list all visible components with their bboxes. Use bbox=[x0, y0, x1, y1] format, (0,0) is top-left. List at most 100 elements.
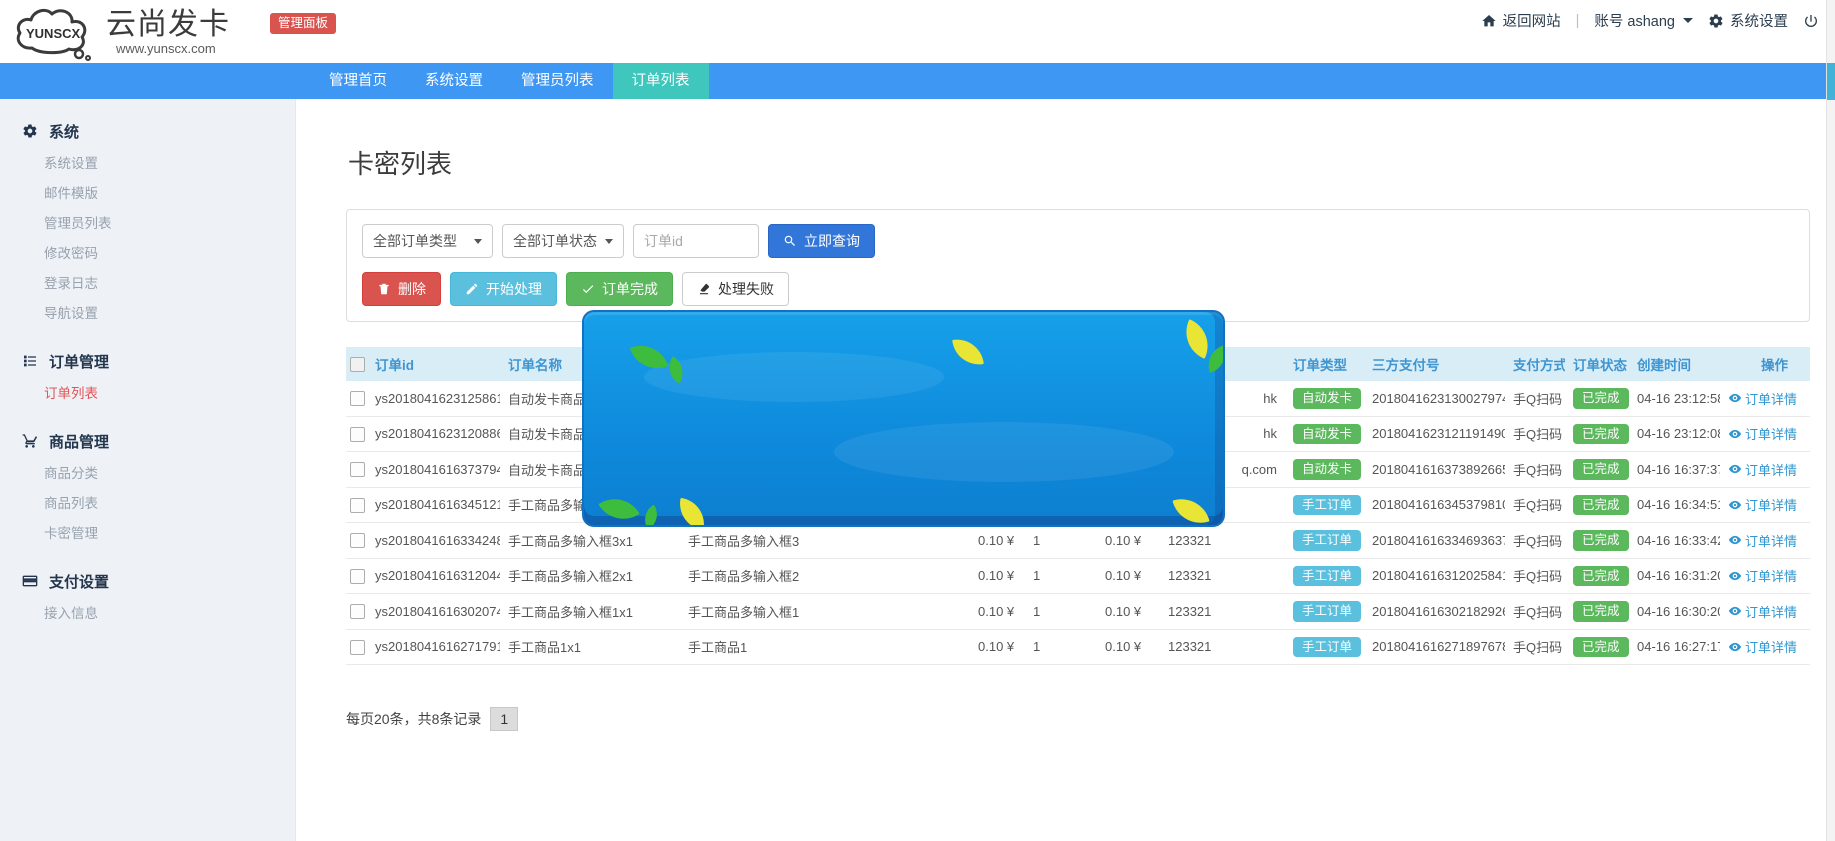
delete-button-label: 删除 bbox=[398, 279, 426, 299]
logout-power-button[interactable] bbox=[1803, 13, 1819, 29]
unit-price-cell: 0.10 ¥ bbox=[970, 629, 1025, 665]
search-icon bbox=[783, 234, 797, 248]
scrollbar-thumb[interactable] bbox=[1827, 63, 1835, 100]
order-detail-link[interactable]: 订单详情 bbox=[1728, 460, 1797, 479]
nav-tab-2[interactable]: 管理员列表 bbox=[502, 63, 613, 99]
product-name-cell: 手工商品多输入框3 bbox=[680, 523, 970, 559]
order-detail-link[interactable]: 订单详情 bbox=[1728, 424, 1797, 443]
sidebar-section-label: 商品管理 bbox=[49, 431, 109, 452]
order-detail-label: 订单详情 bbox=[1745, 460, 1797, 479]
row-checkbox[interactable] bbox=[350, 569, 365, 584]
start-process-button[interactable]: 开始处理 bbox=[450, 272, 557, 306]
col-header-action: 操作 bbox=[1720, 347, 1810, 381]
order-name-cell: 手工商品多输入框1x1 bbox=[500, 594, 680, 630]
row-checkbox[interactable] bbox=[350, 533, 365, 548]
order-detail-link[interactable]: 订单详情 bbox=[1728, 566, 1797, 585]
main-navbar: 管理首页系统设置管理员列表订单列表 bbox=[0, 63, 1835, 99]
order-status-select[interactable]: 全部订单状态 bbox=[502, 224, 624, 258]
delete-button[interactable]: 删除 bbox=[362, 272, 441, 306]
unit-price-cell: 0.10 ¥ bbox=[970, 594, 1025, 630]
leaf-decoration bbox=[676, 498, 708, 527]
svg-text:YUNSCX: YUNSCX bbox=[26, 26, 81, 41]
cloud-logo-icon: YUNSCX bbox=[10, 4, 110, 62]
col-header-order-id: 订单id bbox=[367, 347, 500, 381]
row-checkbox[interactable] bbox=[350, 640, 365, 655]
row-checkbox[interactable] bbox=[350, 427, 365, 442]
search-button[interactable]: 立即查询 bbox=[768, 224, 875, 258]
created-time-cell: 04-16 23:12:08 bbox=[1629, 416, 1720, 452]
order-type-badge: 自动发卡 bbox=[1293, 424, 1361, 445]
pay-no-cell: 2018041623121191490 bbox=[1364, 416, 1505, 452]
scrollbar-track[interactable] bbox=[1826, 0, 1835, 841]
chevron-down-icon bbox=[1683, 18, 1693, 23]
row-checkbox[interactable] bbox=[350, 391, 365, 406]
sidebar-item-0-5[interactable]: 导航设置 bbox=[0, 299, 295, 329]
row-checkbox[interactable] bbox=[350, 604, 365, 619]
sidebar-item-0-1[interactable]: 邮件模版 bbox=[0, 179, 295, 209]
created-time-cell: 04-16 16:37:37 bbox=[1629, 452, 1720, 488]
pencil-icon bbox=[465, 282, 479, 296]
process-fail-button[interactable]: 处理失败 bbox=[682, 272, 789, 306]
order-id-cell: ys2018041616334248193 bbox=[367, 523, 500, 559]
sidebar-section-title-2[interactable]: 商品管理 bbox=[0, 427, 295, 455]
sidebar-item-2-2[interactable]: 卡密管理 bbox=[0, 519, 295, 549]
order-id-input[interactable] bbox=[633, 224, 759, 258]
total-price-cell: 0.10 ¥ bbox=[1097, 629, 1160, 665]
sidebar-item-0-3[interactable]: 修改密码 bbox=[0, 239, 295, 269]
order-status-badge: 已完成 bbox=[1573, 424, 1629, 445]
pay-method-cell: 手Q扫码 bbox=[1505, 558, 1565, 594]
order-type-badge: 手工订单 bbox=[1293, 530, 1361, 551]
sidebar-item-0-0[interactable]: 系统设置 bbox=[0, 149, 295, 179]
order-id-cell: ys2018041616345121266 bbox=[367, 487, 500, 523]
contact-cell: 123321 bbox=[1160, 523, 1285, 559]
sidebar-item-2-0[interactable]: 商品分类 bbox=[0, 459, 295, 489]
sidebar: 系统系统设置邮件模版管理员列表修改密码登录日志导航设置订单管理订单列表商品管理商… bbox=[0, 99, 296, 841]
sidebar-item-1-0[interactable]: 订单列表 bbox=[0, 379, 295, 409]
site-logo[interactable]: YUNSCX 云尚发卡 www.yunscx.com bbox=[0, 0, 230, 62]
cart-icon bbox=[22, 433, 38, 449]
back-to-site-link[interactable]: 返回网站 bbox=[1481, 10, 1561, 31]
order-detail-link[interactable]: 订单详情 bbox=[1728, 602, 1797, 621]
eye-icon bbox=[1728, 427, 1742, 441]
search-button-label: 立即查询 bbox=[804, 231, 860, 251]
order-type-badge: 手工订单 bbox=[1293, 601, 1361, 622]
unit-price-cell: 0.10 ¥ bbox=[970, 523, 1025, 559]
system-settings-link[interactable]: 系统设置 bbox=[1708, 10, 1788, 31]
order-status-badge: 已完成 bbox=[1573, 530, 1629, 551]
eye-icon bbox=[1728, 533, 1742, 547]
order-type-select[interactable]: 全部订单类型 bbox=[362, 224, 493, 258]
select-all-checkbox[interactable] bbox=[350, 357, 365, 372]
nav-tab-3[interactable]: 订单列表 bbox=[613, 63, 709, 99]
total-price-cell: 0.10 ¥ bbox=[1097, 558, 1160, 594]
order-id-cell: ys2018041623120886538 bbox=[367, 416, 500, 452]
row-checkbox[interactable] bbox=[350, 498, 365, 513]
order-detail-link[interactable]: 订单详情 bbox=[1728, 389, 1797, 408]
sidebar-section-label: 订单管理 bbox=[49, 351, 109, 372]
order-id-cell: ys2018041616302074378 bbox=[367, 594, 500, 630]
sidebar-section-title-3[interactable]: 支付设置 bbox=[0, 567, 295, 595]
sidebar-item-0-2[interactable]: 管理员列表 bbox=[0, 209, 295, 239]
sidebar-section-title-0[interactable]: 系统 bbox=[0, 117, 295, 145]
order-row-4: ys2018041616334248193手工商品多输入框3x1手工商品多输入框… bbox=[346, 523, 1810, 559]
nav-tab-0[interactable]: 管理首页 bbox=[310, 63, 406, 99]
nav-tab-1[interactable]: 系统设置 bbox=[406, 63, 502, 99]
sidebar-item-3-0[interactable]: 接入信息 bbox=[0, 599, 295, 629]
page-number-button[interactable]: 1 bbox=[490, 707, 518, 731]
pay-method-cell: 手Q扫码 bbox=[1505, 487, 1565, 523]
order-detail-link[interactable]: 订单详情 bbox=[1728, 531, 1797, 550]
order-detail-link[interactable]: 订单详情 bbox=[1728, 637, 1797, 656]
row-checkbox[interactable] bbox=[350, 462, 365, 477]
order-id-cell: ys2018041623125861259 bbox=[367, 381, 500, 416]
filter-panel: 全部订单类型 全部订单状态 立即查询 删除 bbox=[346, 209, 1810, 322]
account-dropdown[interactable]: 账号 ashang bbox=[1594, 10, 1693, 31]
sidebar-section-title-1[interactable]: 订单管理 bbox=[0, 347, 295, 375]
sidebar-item-2-1[interactable]: 商品列表 bbox=[0, 489, 295, 519]
product-name-cell: 手工商品多输入框1 bbox=[680, 594, 970, 630]
pay-method-cell: 手Q扫码 bbox=[1505, 629, 1565, 665]
leaf-decoration bbox=[952, 336, 984, 368]
product-name-cell: 手工商品1 bbox=[680, 629, 970, 665]
pay-no-cell: 2018041623130027974 bbox=[1364, 381, 1505, 416]
order-complete-button[interactable]: 订单完成 bbox=[566, 272, 673, 306]
order-detail-link[interactable]: 订单详情 bbox=[1728, 495, 1797, 514]
sidebar-item-0-4[interactable]: 登录日志 bbox=[0, 269, 295, 299]
